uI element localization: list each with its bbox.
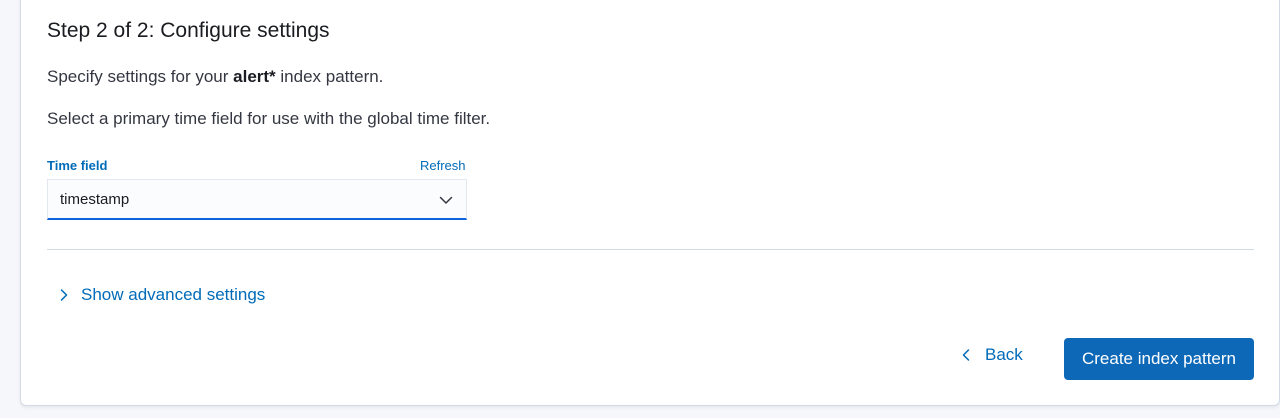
back-button[interactable]: Back [959, 340, 1023, 370]
time-field-select[interactable]: timestamp [47, 179, 467, 220]
chevron-left-icon [959, 348, 973, 362]
chevron-down-icon [438, 192, 454, 208]
configure-settings-panel: Step 2 of 2: Configure settings Specify … [20, 0, 1280, 406]
description-prefix: Specify settings for your [47, 67, 234, 86]
back-button-label: Back [985, 345, 1023, 364]
time-field-selected-value: timestamp [60, 191, 130, 208]
section-divider [47, 249, 1254, 250]
time-field-instruction: Select a primary time field for use with… [47, 109, 491, 128]
show-advanced-settings-toggle[interactable]: Show advanced settings [57, 284, 265, 306]
refresh-link[interactable]: Refresh [420, 158, 466, 173]
chevron-right-icon [57, 288, 71, 302]
index-pattern-name: alert* [233, 67, 276, 86]
description-suffix: index pattern. [275, 67, 384, 86]
show-advanced-settings-label: Show advanced settings [81, 285, 266, 304]
page-title: Step 2 of 2: Configure settings [47, 19, 330, 42]
create-index-pattern-button[interactable]: Create index pattern [1064, 338, 1254, 380]
time-field-label: Time field [47, 158, 108, 173]
settings-description: Specify settings for your alert* index p… [47, 67, 383, 87]
